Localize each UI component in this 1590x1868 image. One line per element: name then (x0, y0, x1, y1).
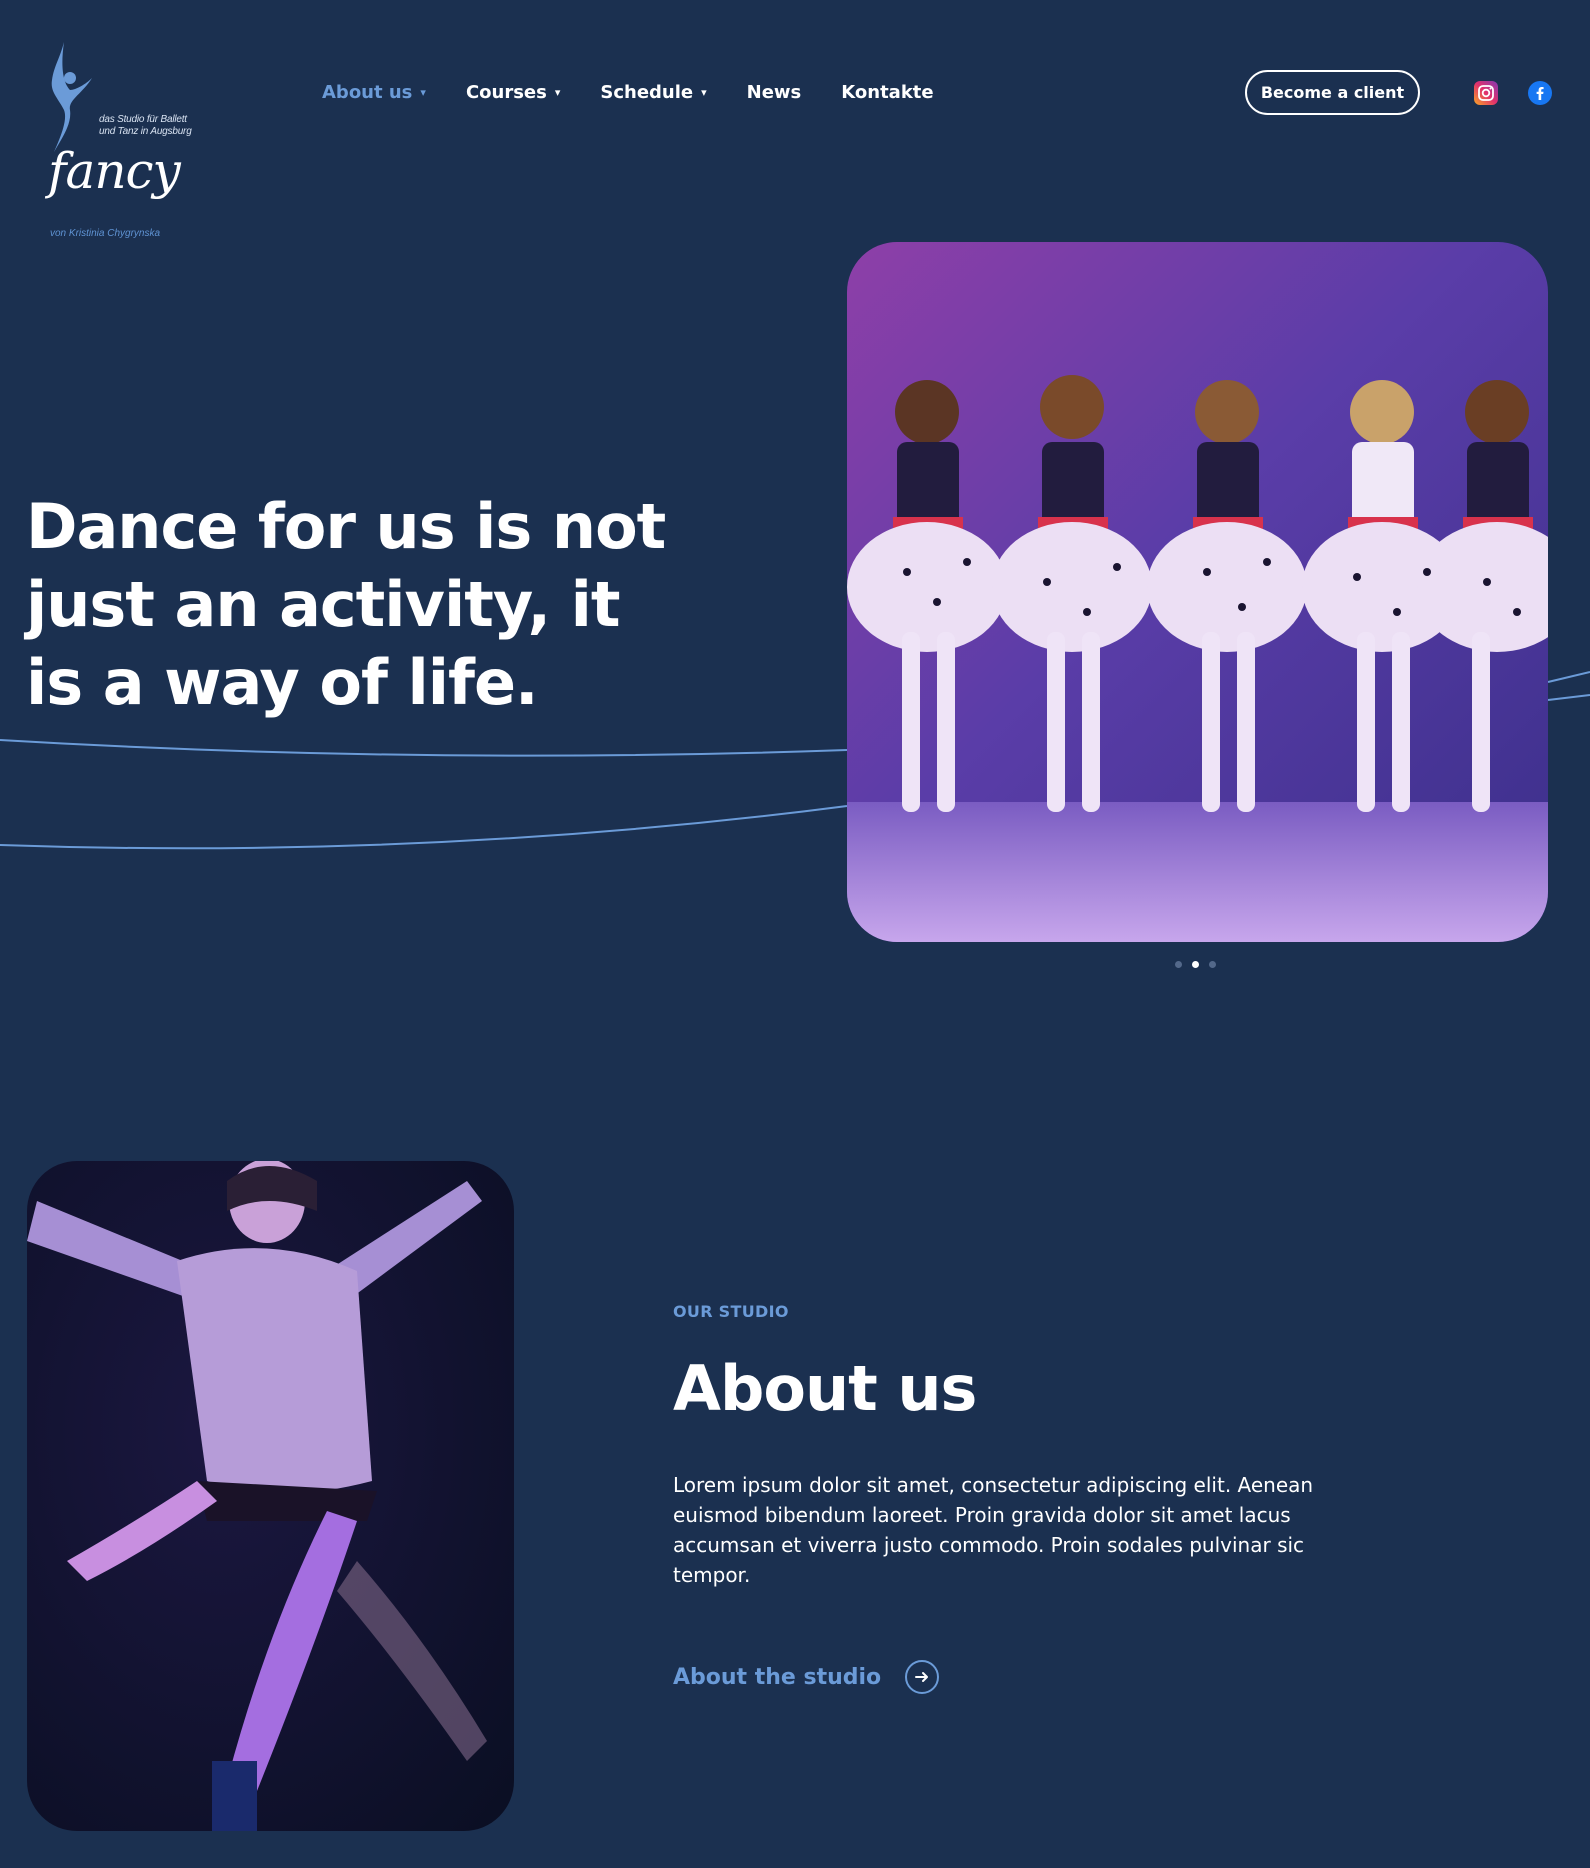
slider-dot-active[interactable] (1192, 961, 1199, 968)
dancer-photo (27, 1161, 514, 1831)
slider-dot[interactable] (1209, 961, 1216, 968)
hero-image (847, 242, 1548, 942)
nav-item-label: Courses (465, 81, 547, 103)
about-title: About us (673, 1352, 977, 1425)
chevron-down-icon: ▾ (554, 85, 561, 99)
logo-wordmark: fancy (48, 142, 181, 200)
nav-item-label: Kontakte (841, 81, 934, 103)
about-studio-link-label: About the studio (673, 1664, 882, 1690)
nav-item-news[interactable]: News (747, 82, 802, 103)
nav-item-schedule[interactable]: Schedule ▾ (600, 82, 706, 103)
instagram-icon[interactable] (1474, 81, 1498, 105)
chevron-down-icon: ▾ (420, 85, 426, 99)
become-client-button[interactable]: Become a client (1245, 70, 1420, 115)
hero-title: Dance for us is not just an activity, it… (26, 490, 666, 719)
nav-item-kontakte[interactable]: Kontakte (841, 82, 933, 103)
facebook-icon[interactable] (1528, 81, 1552, 105)
main-nav: About us ▾ Courses ▾ Schedule ▾ News Kon… (322, 80, 974, 104)
dancers-photo (847, 242, 1548, 942)
logo-tagline: das Studio für Ballett (99, 114, 187, 125)
logo-tagline: und Tanz in Augsburg (99, 126, 192, 137)
nav-item-label: News (746, 81, 802, 103)
about-body-text: Lorem ipsum dolor sit amet, consectetur … (673, 1473, 1314, 1587)
arrow-right-icon (905, 1660, 940, 1694)
nav-item-courses[interactable]: Courses ▾ (466, 82, 560, 103)
page: das Studio für Ballett und Tanz in Augsb… (0, 0, 1590, 1868)
studio-logo[interactable]: das Studio für Ballett und Tanz in Augsb… (24, 40, 199, 245)
nav-item-about-us[interactable]: About us ▾ (322, 82, 426, 103)
about-studio-link[interactable]: About the studio (673, 1660, 940, 1694)
slider-dot[interactable] (1175, 961, 1182, 968)
nav-item-label: Schedule (600, 81, 694, 103)
slider-dots (1175, 961, 1216, 968)
section-eyebrow: OUR STUDIO (673, 1302, 789, 1321)
about-image (27, 1161, 514, 1831)
chevron-down-icon: ▾ (701, 85, 707, 99)
nav-item-label: About us (322, 81, 413, 103)
logo-author: von Kristinia Chygrynska (50, 228, 161, 239)
